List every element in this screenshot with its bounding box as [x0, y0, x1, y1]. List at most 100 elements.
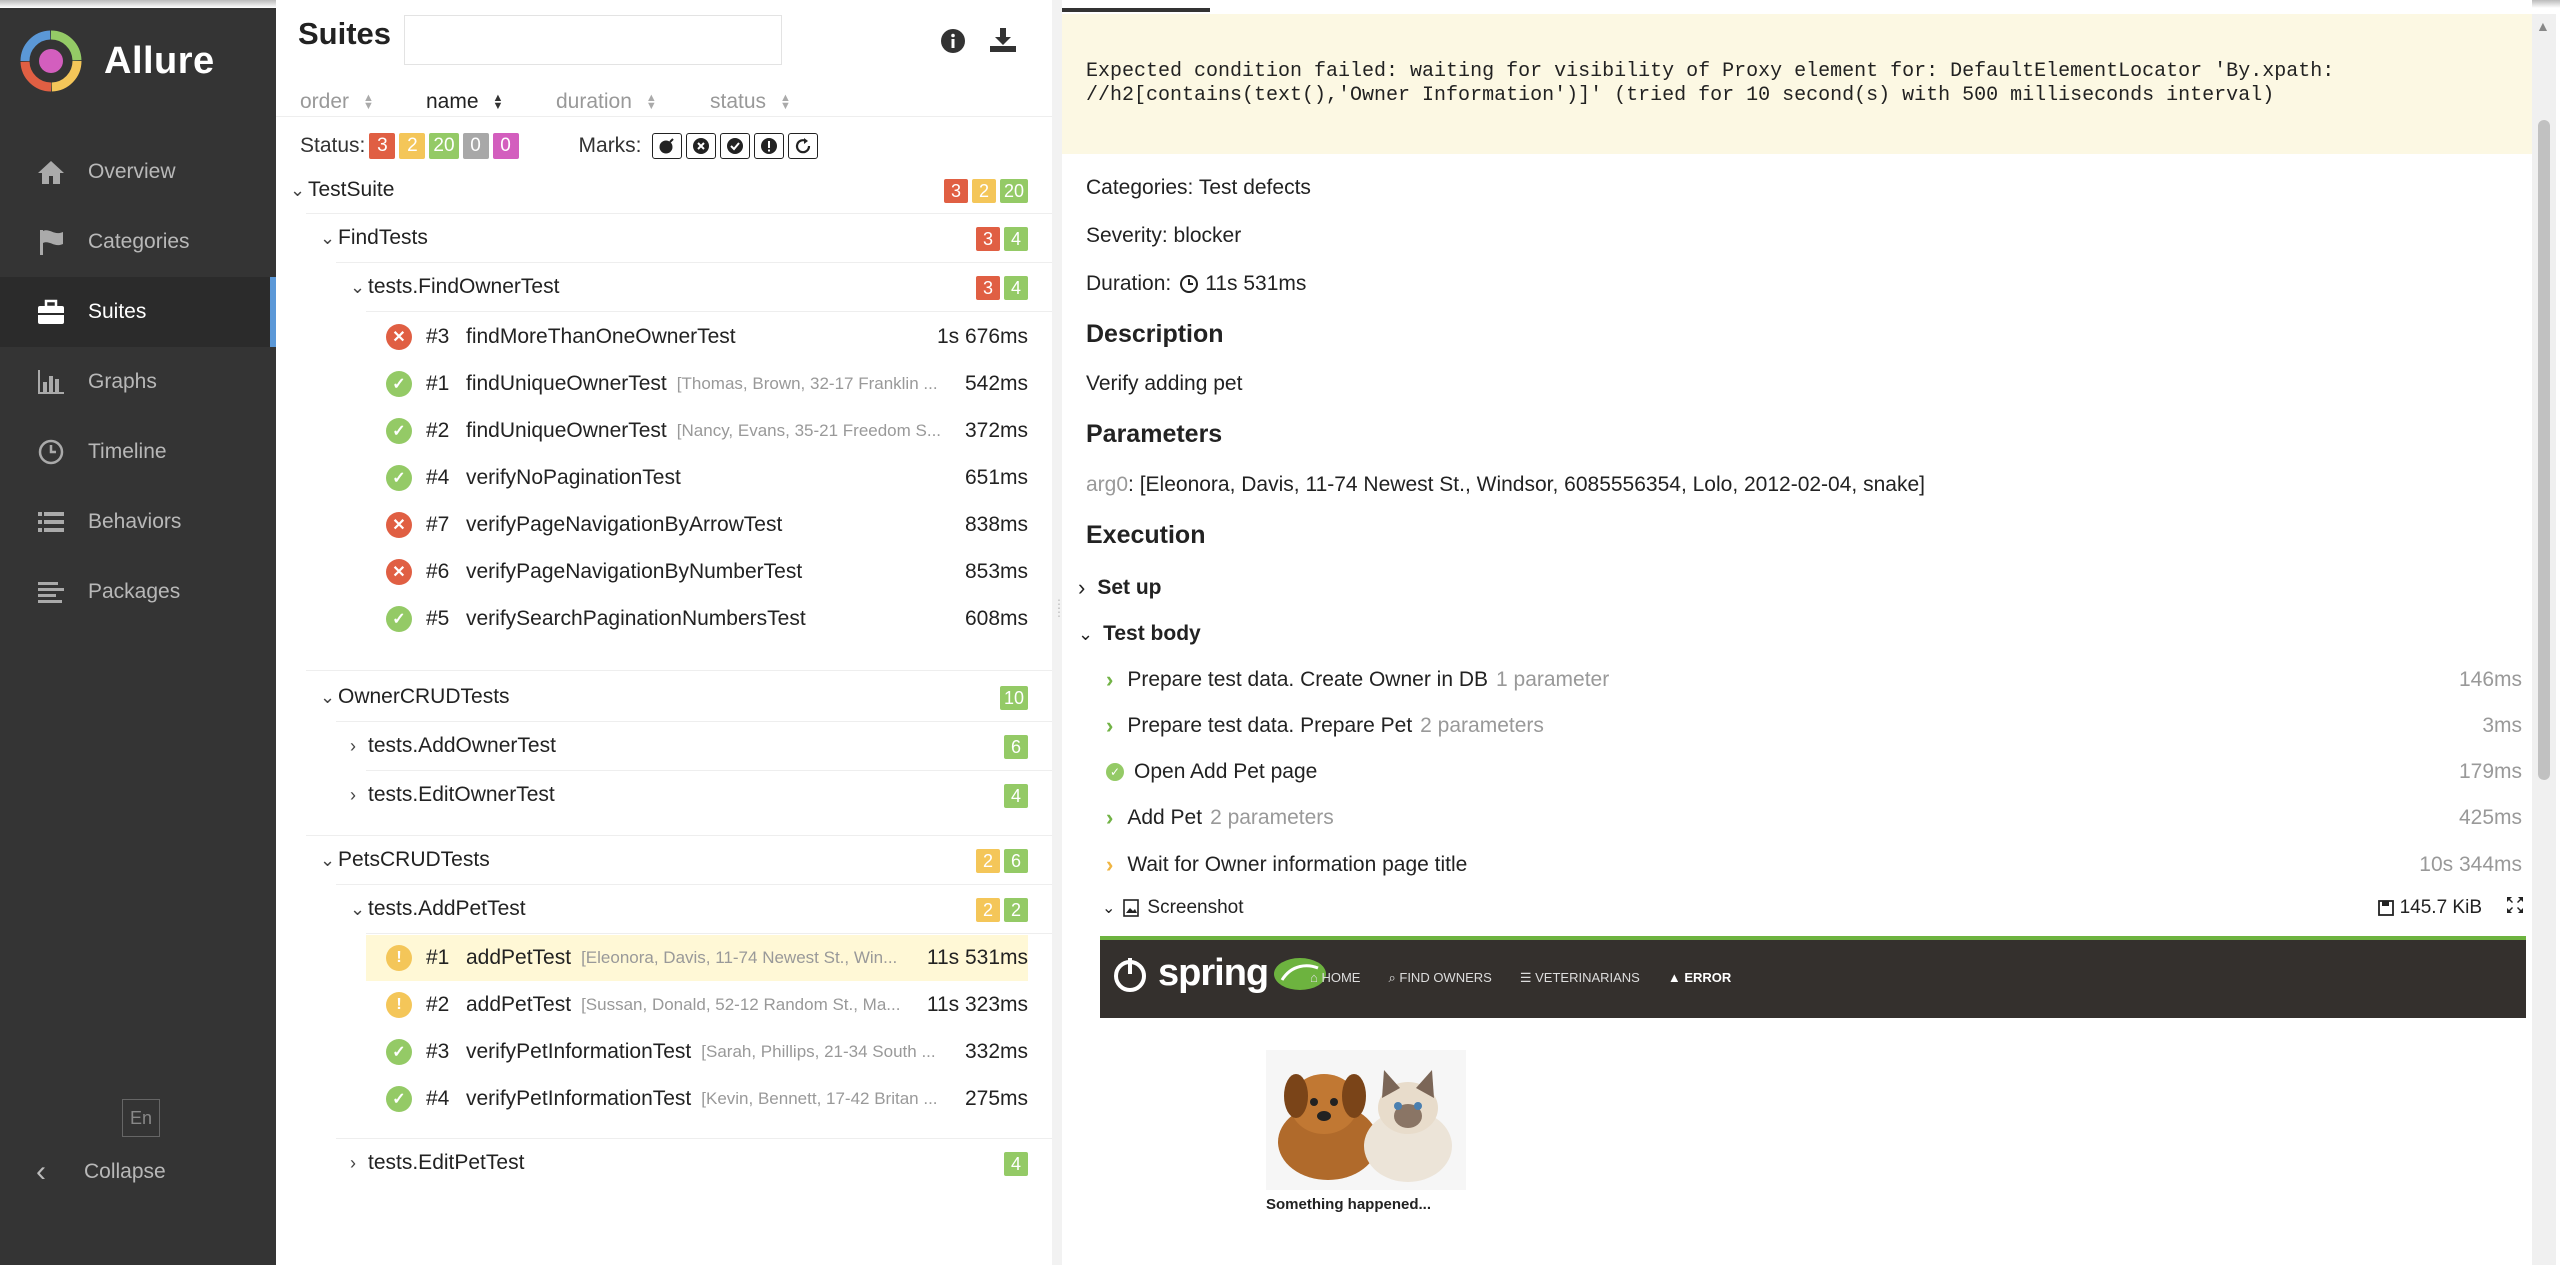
tree-group-addownertest[interactable]: › tests.AddOwnerTest 6	[350, 723, 1052, 769]
allure-logo-icon	[20, 30, 82, 92]
case-duration: 11s 531ms	[926, 946, 1028, 969]
group-counts: 4	[1000, 1152, 1028, 1176]
align-left-icon	[34, 577, 68, 607]
count-passed: 6	[1004, 735, 1028, 759]
detail-scroll-thumb[interactable]	[2538, 120, 2550, 780]
test-case-row[interactable]: ✕ #7 verifyPageNavigationByArrowTest 838…	[386, 502, 1028, 548]
filter-broken[interactable]: 2	[399, 133, 426, 159]
categories-line: Categories: Test defects	[1086, 176, 1311, 199]
mark-flaky[interactable]	[651, 133, 682, 159]
drag-handle-icon[interactable]: ⋮ ⋮	[1053, 598, 1065, 648]
test-case-row[interactable]: ✓ #3 verifyPetInformationTest [Sarah, Ph…	[386, 1029, 1028, 1075]
tree-group-petscrudtests[interactable]: ⌄ PetsCRUDTests 2 6	[320, 837, 1052, 883]
step-name: Open Add Pet page	[1134, 760, 1318, 783]
test-detail-pane: Expected condition failed: waiting for v…	[1062, 0, 2532, 1265]
sidebar-item-categories[interactable]: Categories	[0, 207, 276, 277]
group-name: PetsCRUDTests	[338, 848, 490, 871]
brand[interactable]: Allure	[20, 28, 215, 94]
duration-label: Duration:	[1086, 272, 1172, 295]
search-input[interactable]	[404, 15, 782, 65]
test-case-row[interactable]: ✓ #4 verifyPetInformationTest [Kevin, Be…	[386, 1076, 1028, 1122]
sort-order[interactable]: order ▲ ▼	[300, 90, 374, 114]
sidebar-item-timeline[interactable]: Timeline	[0, 417, 276, 487]
step-params: 2 parameters	[1210, 806, 1334, 829]
spring-menu-find-owners: ⌕ FIND OWNERS	[1388, 970, 1492, 985]
mark-retries[interactable]	[787, 133, 818, 159]
mark-new-failed[interactable]	[685, 133, 716, 159]
execution-heading: Execution	[1086, 521, 1206, 549]
test-case-row-selected[interactable]: ! #1 addPetTest [Eleonora, Davis, 11-74 …	[366, 935, 1028, 981]
test-case-row[interactable]: ✓ #4 verifyNoPaginationTest 651ms	[386, 455, 1028, 501]
mark-new-broken[interactable]	[753, 133, 784, 159]
attachment-row[interactable]: ⌄ Screenshot 145.7 KiB	[1102, 890, 2524, 926]
step-row[interactable]: › Prepare test data. Create Owner in DB …	[1106, 660, 2522, 700]
test-case-row[interactable]: ✕ #3 findMoreThanOneOwnerTest 1s 676ms	[386, 314, 1028, 360]
group-counts: 2 6	[972, 849, 1028, 873]
sidebar-item-packages[interactable]: Packages	[0, 557, 276, 627]
sidebar-item-suites[interactable]: Suites	[0, 277, 276, 347]
expand-button[interactable]	[2506, 896, 2524, 920]
tree-group-findtests[interactable]: ⌄ FindTests 3 4	[320, 215, 1052, 261]
test-case-row[interactable]: ✓ #2 findUniqueOwnerTest [Nancy, Evans, …	[386, 408, 1028, 454]
group-counts: 10	[996, 686, 1028, 710]
tree-group-findownertest[interactable]: ⌄ tests.FindOwnerTest 3 4	[350, 264, 1052, 310]
tree-group-editpettest[interactable]: › tests.EditPetTest 4	[350, 1140, 1052, 1186]
test-case-row[interactable]: ✕ #6 verifyPageNavigationByNumberTest 85…	[386, 549, 1028, 595]
sort-duration[interactable]: duration ▲ ▼	[556, 90, 657, 114]
sort-name[interactable]: name ▲ ▼	[426, 90, 503, 114]
menu-label: VETERINARIANS	[1535, 970, 1640, 985]
clock-icon	[34, 437, 68, 467]
tree-group-addpettest[interactable]: ⌄ tests.AddPetTest 2 2	[350, 886, 1052, 932]
sidebar-item-behaviors[interactable]: Behaviors	[0, 487, 276, 557]
tree-group-ownercrudtests[interactable]: ⌄ OwnerCRUDTests 10	[320, 674, 1052, 720]
status-filters: Status: 3 2 20 0 0 Marks:	[300, 132, 818, 160]
case-number: #3	[426, 1040, 450, 1063]
brand-name: Allure	[104, 39, 215, 82]
download-button[interactable]	[988, 26, 1018, 59]
group-counts: 6	[1000, 735, 1028, 759]
dog-and-cat-image	[1266, 1050, 1466, 1190]
sort-status[interactable]: status ▲ ▼	[710, 90, 791, 114]
divider	[306, 835, 1052, 836]
step-row[interactable]: › Wait for Owner information page title …	[1106, 845, 2522, 885]
sidebar: Allure Overview Categories Suites Graphs…	[0, 0, 276, 1265]
chevron-right-icon: ›	[350, 784, 356, 805]
spring-menu-error: ▲ ERROR	[1667, 970, 1732, 985]
case-number: #6	[426, 560, 450, 583]
group-counts: 3 4	[972, 276, 1028, 300]
filter-skipped[interactable]: 0	[462, 133, 489, 159]
sidebar-item-overview[interactable]: Overview	[0, 137, 276, 207]
scroll-up-icon[interactable]: ▲	[2536, 18, 2550, 34]
divider	[306, 670, 1052, 671]
setup-section[interactable]: › Set up	[1078, 568, 2520, 608]
filter-unknown[interactable]: 0	[492, 133, 519, 159]
filter-failed[interactable]: 3	[369, 133, 396, 159]
case-name: verifyPetInformationTest	[466, 1087, 692, 1110]
image-file-icon	[1123, 899, 1140, 917]
step-row[interactable]: › Add Pet 2 parameters 425ms	[1106, 798, 2522, 838]
sidebar-item-graphs[interactable]: Graphs	[0, 347, 276, 417]
test-body-label: Test body	[1103, 622, 1201, 645]
test-case-row[interactable]: ! #2 addPetTest [Sussan, Donald, 52-12 R…	[386, 982, 1028, 1028]
collapse-button[interactable]: ‹ Collapse	[36, 1155, 166, 1189]
test-case-row[interactable]: ✓ #1 findUniqueOwnerTest [Thomas, Brown,…	[386, 361, 1028, 407]
sidebar-item-label: Packages	[88, 580, 181, 603]
passed-icon: ✓	[386, 465, 412, 491]
info-button[interactable]	[940, 28, 966, 59]
mark-new-passed[interactable]	[719, 133, 750, 159]
count-failed: 3	[943, 179, 968, 203]
tree-group-editownertest[interactable]: › tests.EditOwnerTest 4	[350, 772, 1052, 818]
flag-icon	[34, 227, 68, 257]
group-name: FindTests	[338, 226, 428, 249]
case-params: [Sussan, Donald, 52-12 Random St., Ma...	[581, 995, 901, 1014]
check-circle-icon	[726, 138, 743, 154]
step-row[interactable]: › Prepare test data. Prepare Pet 2 param…	[1106, 706, 2522, 746]
test-body-section[interactable]: ⌄ Test body	[1078, 614, 2520, 654]
tree-group-testsuite[interactable]: ⌄ TestSuite 3 2 20	[290, 167, 1052, 213]
step-row[interactable]: ✓ Open Add Pet page 179ms	[1106, 752, 2522, 792]
chevron-down-icon: ⌄	[290, 179, 306, 200]
filter-passed[interactable]: 20	[429, 133, 459, 159]
test-case-row[interactable]: ✓ #5 verifySearchPaginationNumbersTest 6…	[386, 596, 1028, 642]
language-button[interactable]: En	[122, 1099, 160, 1137]
list-icon	[34, 507, 68, 537]
